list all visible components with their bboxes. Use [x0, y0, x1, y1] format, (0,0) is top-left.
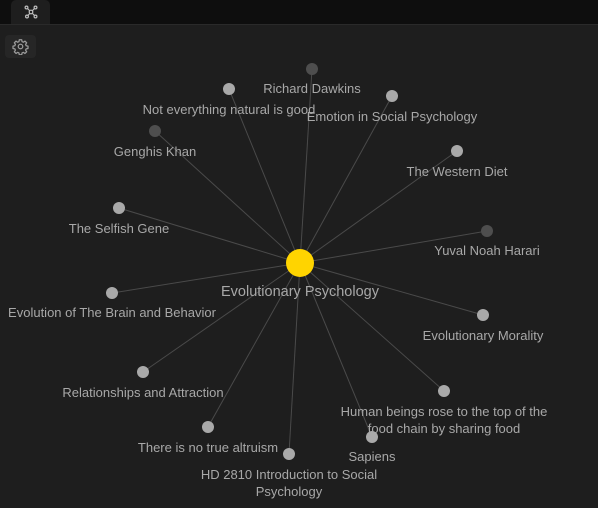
graph-node-label-evolutionary-morality: Evolutionary Morality	[423, 328, 544, 343]
graph-node-evolution-of-the-brain-and-behavior[interactable]	[106, 287, 118, 299]
graph-node-label-the-western-diet: The Western Diet	[407, 164, 508, 179]
graph-node-label-human-beings-rose-to-the-top: Human beings rose to the top of the food …	[341, 404, 548, 436]
graph-node-there-is-no-true-altruism[interactable]	[202, 421, 214, 433]
graph-node-label-evolution-of-the-brain-and-behavior: Evolution of The Brain and Behavior	[8, 305, 217, 320]
graph-view-window: Richard Dawkins Not everything natural is…	[0, 0, 598, 508]
graph-node-label-not-everything-natural-is-good: Not everything natural is good	[143, 102, 316, 117]
graph-node-label-the-selfish-gene: The Selfish Gene	[69, 221, 169, 236]
graph-node-label-relationships-and-attraction: Relationships and Attraction	[62, 385, 223, 400]
graph-node-not-everything-natural-is-good[interactable]	[223, 83, 235, 95]
graph-node-the-selfish-gene[interactable]	[113, 202, 125, 214]
graph-node-richard-dawkins[interactable]	[306, 63, 318, 75]
graph-node-label-evolutionary-psychology: Evolutionary Psychology	[221, 284, 380, 300]
graph-node-emotion-in-social-psychology[interactable]	[386, 90, 398, 102]
graph-svg[interactable]: Richard Dawkins Not everything natural is…	[0, 0, 598, 508]
graph-node-label-emotion-in-social-psychology: Emotion in Social Psychology	[307, 109, 478, 124]
graph-node-label-there-is-no-true-altruism: There is no true altruism	[138, 440, 278, 455]
graph-node-label-sapiens: Sapiens	[349, 449, 396, 464]
graph-edge-human-beings-rose-to-the-top	[299, 262, 445, 392]
graph-node-relationships-and-attraction[interactable]	[137, 366, 149, 378]
graph-settings-button[interactable]	[5, 35, 36, 58]
graph-node-label-hd-2810-introduction-to-social-psychology: HD 2810 Introduction to Social Psychology	[201, 467, 377, 499]
graph-node-human-beings-rose-to-the-top[interactable]	[438, 385, 450, 397]
graph-node-label-yuval-noah-harari: Yuval Noah Harari	[434, 243, 540, 258]
graph-node-label-genghis-khan: Genghis Khan	[114, 144, 196, 159]
gear-icon	[12, 39, 29, 55]
graph-node-hd-2810-introduction-to-social-psychology[interactable]	[283, 448, 295, 460]
graph-node-the-western-diet[interactable]	[451, 145, 463, 157]
graph-node-genghis-khan[interactable]	[149, 125, 161, 137]
graph-node-label-richard-dawkins: Richard Dawkins	[263, 81, 361, 96]
graph-edge-richard-dawkins	[299, 68, 313, 264]
graph-node-evolutionary-morality[interactable]	[477, 309, 489, 321]
graph-node-evolutionary-psychology[interactable]	[286, 249, 314, 277]
graph-labels: Richard Dawkins Not everything natural is…	[8, 81, 547, 499]
graph-node-yuval-noah-harari[interactable]	[481, 225, 493, 237]
